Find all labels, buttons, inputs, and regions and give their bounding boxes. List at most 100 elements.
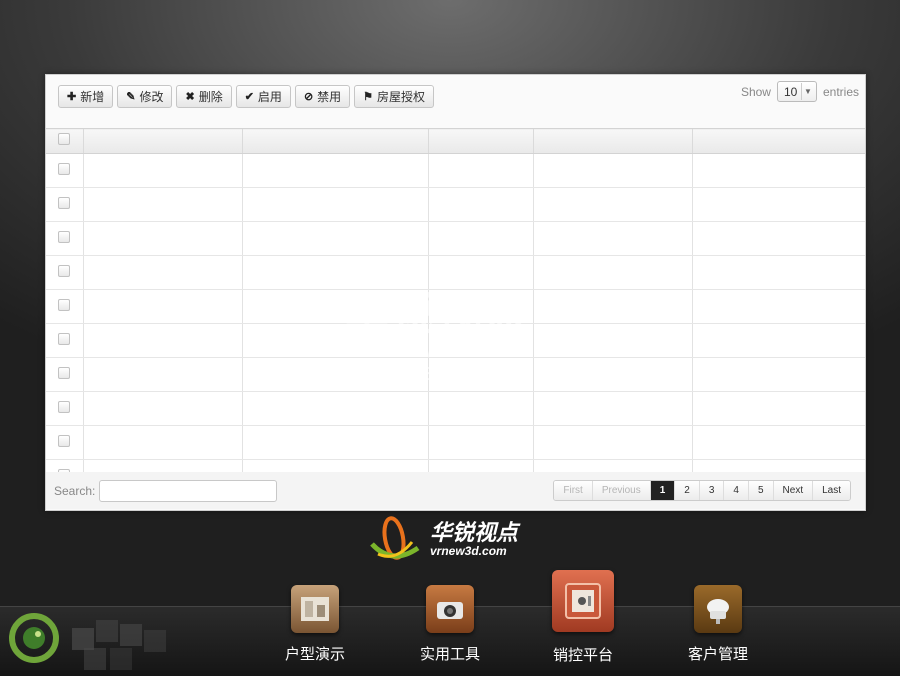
column-header[interactable] <box>241 128 428 154</box>
table-row[interactable] <box>46 153 865 188</box>
table-cell <box>82 255 242 290</box>
table-row[interactable] <box>46 357 865 392</box>
nav-tools[interactable]: 实用工具 <box>405 585 495 664</box>
row-select-cell <box>46 221 83 256</box>
row-checkbox[interactable] <box>58 230 71 243</box>
table-row[interactable] <box>46 323 865 358</box>
room-layout-icon <box>291 585 339 633</box>
table-cell <box>532 153 692 188</box>
table-cell <box>241 187 428 222</box>
nav-floorplan-demo[interactable]: 户型演示 <box>270 585 360 664</box>
safe-icon <box>552 570 614 632</box>
table-cell <box>691 425 865 460</box>
table-cell <box>691 323 865 358</box>
column-header[interactable] <box>691 128 865 154</box>
disable-button[interactable]: ⊘ 禁用 <box>294 85 351 108</box>
row-checkbox[interactable] <box>58 366 71 379</box>
blurred-logo <box>96 620 118 642</box>
blurred-logo <box>144 630 166 652</box>
table-cell <box>532 255 692 290</box>
table-cell <box>691 357 865 392</box>
table-cell <box>532 289 692 324</box>
table-cell <box>82 187 242 222</box>
table-cell <box>532 425 692 460</box>
table-cell <box>241 425 428 460</box>
select-all-checkbox[interactable] <box>58 133 71 145</box>
table-cell <box>241 255 428 290</box>
row-checkbox[interactable] <box>58 264 71 277</box>
row-select-cell <box>46 425 83 460</box>
table-row[interactable] <box>46 187 865 222</box>
table-cell <box>241 391 428 426</box>
page-button[interactable]: 4 <box>723 481 748 500</box>
page-button[interactable]: 2 <box>674 481 699 500</box>
table-cell <box>691 187 865 222</box>
row-select-cell <box>46 187 83 222</box>
row-checkbox[interactable] <box>58 298 71 311</box>
table-cell <box>241 323 428 358</box>
entries-length: Show 10 ▼ entries <box>741 81 859 102</box>
page-button[interactable]: Next <box>772 481 813 500</box>
table-cell <box>82 221 242 256</box>
table-cell <box>427 289 533 324</box>
page-button[interactable]: 5 <box>747 481 773 500</box>
table-cell <box>427 323 533 358</box>
flag-icon: ⚑ <box>363 91 374 103</box>
table-cell <box>427 255 533 290</box>
table-cell <box>82 425 242 460</box>
page-button[interactable]: First <box>554 481 592 500</box>
table-row[interactable] <box>46 255 865 290</box>
table-cell <box>691 289 865 324</box>
table-cell <box>427 153 533 188</box>
dragon-emblem-icon[interactable] <box>8 612 60 664</box>
ban-icon: ⊘ <box>303 91 314 103</box>
row-checkbox[interactable] <box>58 434 71 447</box>
nav-sales-control[interactable]: 销控平台 <box>538 570 628 665</box>
row-checkbox[interactable] <box>58 332 71 345</box>
edit-button[interactable]: ✎ 修改 <box>117 85 173 108</box>
table-cell <box>691 255 865 290</box>
delete-button[interactable]: ✖ 删除 <box>176 85 232 108</box>
entries-select[interactable]: 10 ▼ <box>776 81 817 102</box>
row-select-cell <box>46 323 83 358</box>
table-cell <box>427 187 533 222</box>
house-auth-button[interactable]: ⚑ 房屋授权 <box>354 85 435 108</box>
table-row[interactable] <box>46 425 865 460</box>
search-box: Search: <box>54 480 278 502</box>
table-row[interactable] <box>46 391 865 426</box>
toolbar: ✚ 新增 ✎ 修改 ✖ 删除 ✔ 启用 ⊘ 禁用 ⚑ 房屋授权 <box>58 85 435 108</box>
plus-icon: ✚ <box>67 91 77 103</box>
brand-logo-icon <box>370 516 420 560</box>
column-header[interactable] <box>532 128 692 154</box>
row-checkbox[interactable] <box>58 196 71 209</box>
row-select-cell <box>46 391 83 426</box>
row-checkbox[interactable] <box>58 162 71 175</box>
page-button[interactable]: Previous <box>591 481 650 500</box>
table-cell <box>532 391 692 426</box>
row-checkbox[interactable] <box>58 400 71 413</box>
brand-logo: 华锐视点 vrnew3d.com <box>368 514 518 566</box>
table-cell <box>427 221 533 256</box>
table-cell <box>82 289 242 324</box>
column-header[interactable] <box>427 128 533 154</box>
table-cell <box>532 357 692 392</box>
row-select-cell <box>46 153 83 188</box>
nav-customer-management[interactable]: 客户管理 <box>673 585 763 664</box>
table-cell <box>241 289 428 324</box>
table-cell <box>241 357 428 392</box>
table-row[interactable] <box>46 289 865 324</box>
data-table <box>46 128 865 494</box>
table-cell <box>82 357 242 392</box>
search-input[interactable] <box>99 480 278 502</box>
page-button[interactable]: 3 <box>698 481 724 500</box>
enable-button[interactable]: ✔ 启用 <box>235 85 291 108</box>
add-button[interactable]: ✚ 新增 <box>58 85 114 108</box>
table-cell <box>82 323 242 358</box>
page-button[interactable]: Last <box>812 481 850 500</box>
blurred-logo <box>84 648 106 670</box>
table-cell <box>691 391 865 426</box>
page-button[interactable]: 1 <box>649 481 675 500</box>
column-header[interactable] <box>82 128 242 154</box>
table-header-row <box>46 128 865 154</box>
table-row[interactable] <box>46 221 865 256</box>
